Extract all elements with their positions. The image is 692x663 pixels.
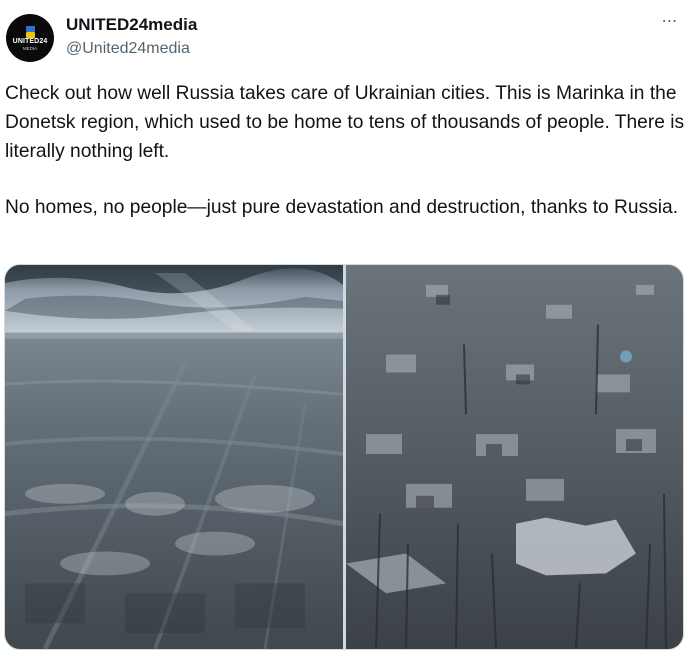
photo-aerial-wide[interactable] [5,265,343,649]
user-handle[interactable]: @United24media [66,40,190,58]
ruined-houses-image [346,265,683,649]
tweet-paragraph: No homes, no people—just pure devastatio… [5,197,679,218]
avatar-logo-text: UNITED24 [12,38,48,45]
more-options-icon[interactable]: ⋯ [658,14,682,36]
avatar-logo-subtext: MEDIA [22,46,38,51]
tweet-paragraph: Check out how well Russia takes care of … [5,83,685,162]
photo-ruins-closeup[interactable] [346,265,683,649]
display-name[interactable]: UNITED24media [66,15,197,35]
aerial-city-image [5,265,343,649]
tweet-text: Check out how well Russia takes care of … [5,79,685,222]
media-grid [4,264,684,650]
tweet-header: UNITED24 MEDIA UNITED24media @United24me… [4,12,688,64]
avatar[interactable]: UNITED24 MEDIA [6,14,54,62]
